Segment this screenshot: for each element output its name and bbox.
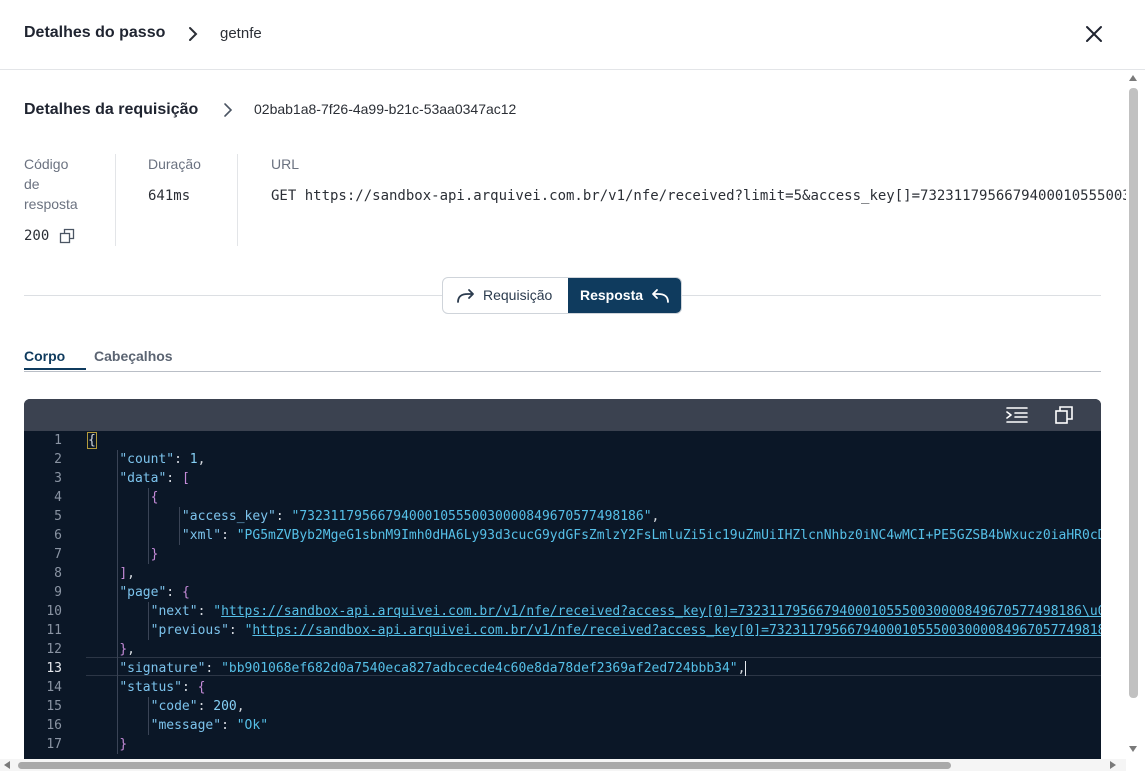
line-number: 4 <box>54 490 62 505</box>
line-number: 5 <box>54 509 62 524</box>
url-label: URL <box>271 156 300 172</box>
close-icon[interactable] <box>1082 22 1106 46</box>
count-value: 1 <box>189 452 198 467</box>
status-code-json-value: 200 <box>213 699 237 714</box>
horizontal-scrollbar[interactable] <box>0 759 1126 771</box>
copy-icon[interactable] <box>59 228 75 244</box>
url-value[interactable]: GET https://sandbox-api.arquivei.com.br/… <box>271 188 1126 204</box>
chevron-right-icon <box>224 103 233 117</box>
tab-body[interactable]: Corpo <box>24 348 65 364</box>
status-code-label-line-3: resposta <box>24 196 78 212</box>
step-details-header: Detalhes do passo getnfe <box>0 0 1145 70</box>
undo-arrow-icon <box>652 289 669 303</box>
line-number: 10 <box>46 604 62 619</box>
request-id[interactable]: 02bab1a8-7f26-4a99-b21c-53aa0347ac12 <box>254 101 516 117</box>
code-line: "status": { <box>119 680 206 695</box>
status-code-label-line-2: de <box>24 176 40 192</box>
code-line: } <box>150 547 159 562</box>
line-number: 9 <box>54 585 62 600</box>
code-line: "data": [ <box>119 471 190 486</box>
copy-icon[interactable] <box>1054 405 1074 425</box>
code-line: "xml": "PG5mZVByb2MgeG1sbnM9Imh0dHA6Ly93… <box>88 526 1101 545</box>
previous-page-link[interactable]: https://sandbox-api.arquivei.com.br/v1/n… <box>252 623 1101 638</box>
line-number: 12 <box>46 642 62 657</box>
response-tabs: Corpo Cabeçalhos <box>24 340 1101 372</box>
line-number-current: 13 <box>46 661 62 676</box>
line-number: 16 <box>46 718 62 733</box>
breadcrumb-step-name[interactable]: getnfe <box>220 25 262 42</box>
line-number: 2 <box>54 452 62 467</box>
line-number: 1 <box>54 433 62 448</box>
line-number: 6 <box>54 528 62 543</box>
access-key-value: "732311795667940001055500300008496705774… <box>291 509 652 524</box>
column-divider <box>237 154 238 246</box>
page-title: Detalhes do passo <box>24 24 166 41</box>
format-icon[interactable] <box>1006 406 1028 424</box>
code-line: } <box>119 737 128 752</box>
code-line: ], <box>119 566 135 581</box>
editor-toolbar <box>24 399 1101 431</box>
xml-value: "PG5mZVByb2MgeG1sbnM9Imh0dHA6Ly93d3cucG9… <box>236 528 1101 543</box>
toggle-response-label: Resposta <box>580 287 644 303</box>
code-line: "previous": "https://sandbox-api.arquive… <box>88 621 1101 640</box>
signature-value: "bb901068ef682d0a7540eca827adbcecde4c60e… <box>221 661 738 676</box>
code-line: "code": 200, <box>150 699 245 714</box>
redo-arrow-icon <box>457 289 474 303</box>
column-divider <box>115 154 116 246</box>
code-editor: 1 2 3 4 5 6 7 8 9 10 11 12 13 14 15 16 1… <box>24 399 1101 759</box>
vertical-scroll-thumb[interactable] <box>1129 88 1138 698</box>
duration-value: 641ms <box>148 188 191 204</box>
duration-label: Duração <box>148 156 201 172</box>
toggle-request-button[interactable]: Requisição <box>443 278 568 313</box>
code-line: "count": 1, <box>119 452 206 467</box>
line-number: 7 <box>54 547 62 562</box>
toggle-request-label: Requisição <box>483 287 553 303</box>
code-line: "signature": "bb901068ef682d0a7540eca827… <box>119 661 747 676</box>
line-number: 14 <box>46 680 62 695</box>
line-number: 17 <box>46 737 62 752</box>
line-number: 15 <box>46 699 62 714</box>
code-line: "access_key": "7323117956679400010555003… <box>181 509 660 524</box>
json-response-body[interactable]: 1 2 3 4 5 6 7 8 9 10 11 12 13 14 15 16 1… <box>24 431 1101 759</box>
line-number: 3 <box>54 471 62 486</box>
status-code-value: 200 <box>24 228 50 244</box>
request-details-title: Detalhes da requisição <box>24 101 199 118</box>
url-container: GET https://sandbox-api.arquivei.com.br/… <box>271 187 1126 207</box>
scroll-down-icon[interactable] <box>1129 746 1137 752</box>
vertical-scrollbar[interactable] <box>1126 70 1145 760</box>
code-line: "message": "Ok" <box>150 718 269 733</box>
active-tab-indicator <box>24 368 86 370</box>
line-number: 11 <box>46 623 62 638</box>
line-number: 8 <box>54 566 62 581</box>
scroll-up-icon[interactable] <box>1129 75 1137 81</box>
code-line: "next": "https://sandbox-api.arquivei.co… <box>88 602 1101 621</box>
code-line: "page": { <box>119 585 190 600</box>
tab-headers[interactable]: Cabeçalhos <box>94 348 173 364</box>
message-value: "Ok" <box>236 718 269 733</box>
code-line: }, <box>119 642 135 657</box>
status-code-label-line-1: Código <box>24 156 69 172</box>
scroll-right-icon[interactable] <box>1110 761 1116 769</box>
code-line: { <box>150 490 159 505</box>
chevron-right-icon <box>189 27 198 41</box>
request-response-toggle: Requisição Resposta <box>442 277 682 314</box>
horizontal-scroll-thumb[interactable] <box>18 762 951 769</box>
toggle-response-button[interactable]: Resposta <box>568 278 681 313</box>
next-page-link[interactable]: https://sandbox-api.arquivei.com.br/v1/n… <box>221 604 1101 619</box>
code-line: { <box>87 432 97 449</box>
scroll-left-icon[interactable] <box>4 761 10 769</box>
text-cursor <box>745 661 747 676</box>
